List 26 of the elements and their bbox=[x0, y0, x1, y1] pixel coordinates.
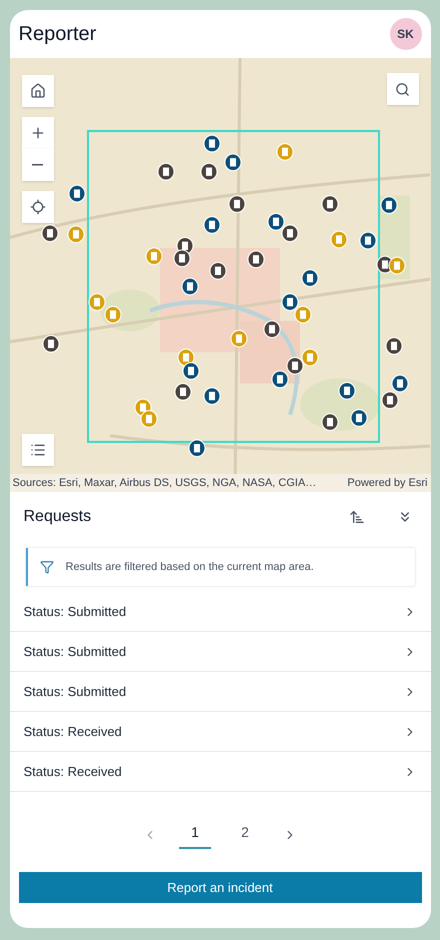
legend-button[interactable] bbox=[22, 434, 54, 466]
search-icon bbox=[395, 82, 410, 96]
requests-title: Requests bbox=[24, 507, 92, 527]
list-icon bbox=[30, 442, 46, 458]
locate-button[interactable] bbox=[22, 191, 54, 223]
sort-icon bbox=[348, 509, 364, 525]
attribution-text: Sources: Esri, Maxar, Airbus DS, USGS, NGA, NASA, CGIA… bbox=[12, 476, 316, 491]
powered-by-text: Powered by Esri bbox=[347, 476, 428, 491]
request-row[interactable]: Status: Submitted bbox=[10, 592, 430, 632]
filter-icon bbox=[40, 560, 54, 574]
request-row[interactable]: Status: Submitted bbox=[10, 672, 430, 712]
report-incident-button[interactable]: Report an incident bbox=[18, 872, 422, 903]
plus-icon bbox=[30, 125, 46, 141]
app-title: Reporter bbox=[18, 22, 96, 47]
page-button[interactable]: 2 bbox=[229, 822, 261, 848]
home-button[interactable] bbox=[22, 75, 54, 107]
home-icon bbox=[30, 83, 46, 99]
page-button[interactable]: 1 bbox=[179, 822, 211, 848]
request-row[interactable]: Status: Received bbox=[10, 712, 430, 752]
search-button[interactable] bbox=[386, 73, 418, 105]
request-row[interactable]: Status: Submitted bbox=[10, 632, 430, 672]
locate-icon bbox=[30, 199, 46, 215]
minus-icon bbox=[32, 164, 43, 166]
notice-text: Results are filtered based on the current map area. bbox=[66, 560, 314, 575]
request-row[interactable]: Status: Received bbox=[10, 752, 430, 792]
user-avatar[interactable]: SK bbox=[390, 18, 422, 50]
